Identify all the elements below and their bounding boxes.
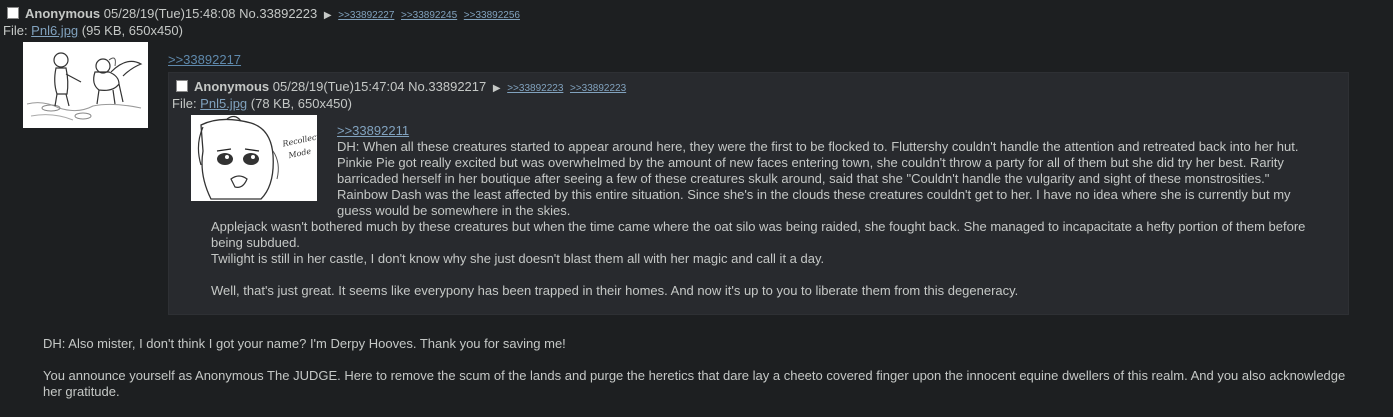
backlinks: >>33892223 >>33892223: [507, 79, 629, 94]
backlink[interactable]: >>33892223: [570, 83, 626, 94]
body-line: Well, that's just great. It seems like e…: [211, 283, 1019, 298]
file-label: File:: [3, 23, 32, 38]
post-datetime: 05/28/19(Tue)15:47:04: [272, 79, 405, 94]
body-line: DH: When all these creatures started to …: [337, 139, 1299, 154]
file-meta: (95 KB, 650x450): [81, 23, 183, 38]
file-info: File: Pnl6.jpg (95 KB, 650x450): [3, 23, 183, 39]
body-text-beside-thumb: >>33892211 DH: When all these creatures …: [211, 123, 1321, 219]
file-meta: (78 KB, 650x450): [250, 96, 352, 111]
post-number[interactable]: No.33892223: [239, 6, 317, 21]
body-line: DH: Also mister, I don't think I got you…: [43, 336, 566, 351]
post-body: DH: Also mister, I don't think I got you…: [43, 336, 1363, 400]
post-number[interactable]: No.33892217: [408, 79, 486, 94]
post-menu-arrow-icon[interactable]: ▶: [493, 81, 501, 97]
body-line: You announce yourself as Anonymous The J…: [43, 368, 1346, 399]
inline-quoted-post: Anonymous 05/28/19(Tue)15:47:04 No.33892…: [168, 72, 1349, 315]
post-header: Anonymous 05/28/19(Tue)15:48:08 No.33892…: [7, 6, 523, 24]
select-checkbox[interactable]: [176, 80, 188, 92]
backlink[interactable]: >>33892245: [401, 10, 457, 21]
backlink[interactable]: >>33892227: [338, 10, 394, 21]
post-datetime: 05/28/19(Tue)15:48:08: [103, 6, 236, 21]
poster-name: Anonymous: [194, 79, 270, 94]
body-line: Twilight is still in her castle, I don't…: [211, 251, 825, 266]
quoted-post-body: >>33892211 DH: When all these creatures …: [211, 123, 1321, 299]
select-checkbox[interactable]: [7, 7, 19, 19]
file-link[interactable]: Pnl5.jpg: [200, 96, 247, 111]
file-label: File:: [172, 96, 201, 111]
body-line: Applejack wasn't bothered much by these …: [211, 219, 1306, 250]
body-line: Rainbow Dash was the least affected by t…: [337, 187, 1291, 218]
post-thumbnail[interactable]: [23, 42, 148, 128]
quoted-post-header: Anonymous 05/28/19(Tue)15:47:04 No.33892…: [176, 79, 629, 97]
quote-link[interactable]: >>33892211: [337, 123, 1321, 139]
sketch-image: [23, 42, 148, 128]
poster-name: Anonymous: [25, 6, 101, 21]
backlink[interactable]: >>33892256: [464, 10, 520, 21]
file-info: File: Pnl5.jpg (78 KB, 650x450): [172, 96, 352, 112]
body-line: Pinkie Pie got really excited but was ov…: [337, 155, 1284, 186]
quote-link[interactable]: >>33892217: [168, 52, 241, 68]
post-menu-arrow-icon[interactable]: ▶: [324, 8, 332, 24]
backlink[interactable]: >>33892223: [507, 83, 563, 94]
file-link[interactable]: Pnl6.jpg: [31, 23, 78, 38]
backlinks: >>33892227 >>33892245 >>33892256: [338, 6, 523, 21]
